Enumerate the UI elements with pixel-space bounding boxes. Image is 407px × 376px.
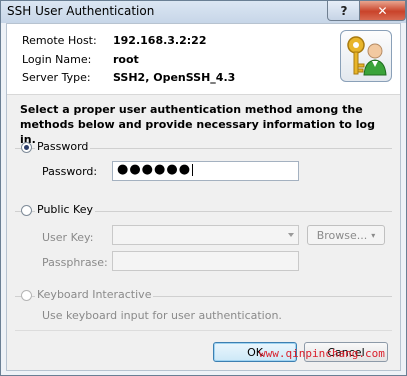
watermark-text: www.qinpinchang.com xyxy=(259,347,385,360)
password-radio-label: Password xyxy=(35,140,91,153)
browse-button-label: Browse... xyxy=(316,228,368,242)
user-key-dropdown[interactable] xyxy=(112,225,299,245)
title-bar: SSH User Authentication ? ✕ xyxy=(1,1,406,23)
bottom-divider xyxy=(15,330,392,331)
close-button[interactable]: ✕ xyxy=(359,1,406,21)
window-title: SSH User Authentication xyxy=(7,4,155,18)
password-masked-value: ●●●●●● xyxy=(117,162,192,177)
login-name-value: root xyxy=(113,53,139,66)
keyboard-interactive-label: Keyboard Interactive xyxy=(35,288,154,301)
passphrase-input[interactable] xyxy=(112,251,299,271)
password-radio[interactable] xyxy=(21,142,32,153)
browse-button[interactable]: Browse... ▾ xyxy=(307,225,385,245)
remote-host-value: 192.168.3.2:22 xyxy=(113,34,207,47)
browse-dropdown-icon: ▾ xyxy=(371,230,376,240)
remote-host-label: Remote Host: xyxy=(22,34,97,47)
key-user-icon xyxy=(340,30,392,82)
help-icon: ? xyxy=(340,3,348,18)
close-icon: ✕ xyxy=(377,3,388,18)
passphrase-label: Passphrase: xyxy=(42,256,108,269)
login-name-label: Login Name: xyxy=(22,53,92,66)
server-type-value: SSH2, OpenSSH_4.3 xyxy=(113,71,236,84)
password-input[interactable]: ●●●●●● xyxy=(112,161,299,181)
ssh-auth-dialog: SSH User Authentication ? ✕ Remote Host:… xyxy=(0,0,407,376)
user-key-label: User Key: xyxy=(42,231,94,244)
text-caret xyxy=(192,163,194,176)
help-button[interactable]: ? xyxy=(327,1,361,21)
server-type-label: Server Type: xyxy=(22,71,91,84)
keyboard-interactive-radio[interactable] xyxy=(21,290,32,301)
connection-info-panel: Remote Host: 192.168.3.2:22 Login Name: … xyxy=(7,24,400,95)
keyboard-interactive-description: Use keyboard input for user authenticati… xyxy=(42,309,282,322)
password-field-label: Password: xyxy=(42,165,98,178)
chevron-down-icon xyxy=(288,233,294,237)
public-key-radio[interactable] xyxy=(21,205,32,216)
public-key-radio-label: Public Key xyxy=(35,203,95,216)
dialog-body: Remote Host: 192.168.3.2:22 Login Name: … xyxy=(6,23,401,371)
